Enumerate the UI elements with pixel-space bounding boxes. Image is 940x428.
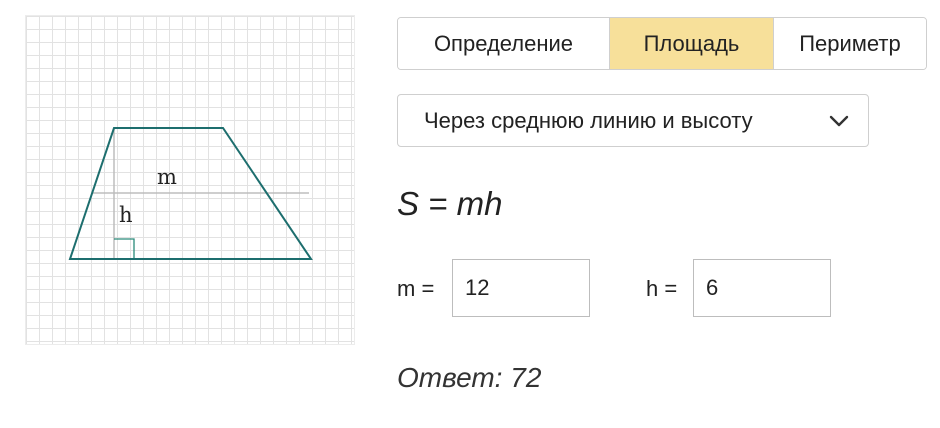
answer-text: Ответ: 72 xyxy=(397,362,542,393)
trapezoid-figure: m h xyxy=(25,15,355,345)
m-label: m = xyxy=(397,276,435,301)
chevron-down-icon xyxy=(829,115,849,127)
method-select-value: Через среднюю линию и высоту xyxy=(424,107,753,133)
midline-label: m xyxy=(157,165,177,189)
tab-perimeter[interactable]: Периметр xyxy=(774,18,926,69)
height-label: h xyxy=(119,203,133,227)
area-formula: S = mh xyxy=(397,185,503,222)
m-input[interactable] xyxy=(452,259,590,317)
tab-definition[interactable]: Определение xyxy=(398,18,610,69)
h-label: h = xyxy=(646,276,678,301)
method-select[interactable]: Через среднюю линию и высоту xyxy=(397,94,869,147)
tab-bar: Определение Площадь Периметр xyxy=(397,17,927,70)
right-angle-mark xyxy=(114,238,135,259)
h-input[interactable] xyxy=(693,259,831,317)
trapezoid-diagram: m h xyxy=(68,127,313,260)
tab-area[interactable]: Площадь xyxy=(610,18,774,69)
